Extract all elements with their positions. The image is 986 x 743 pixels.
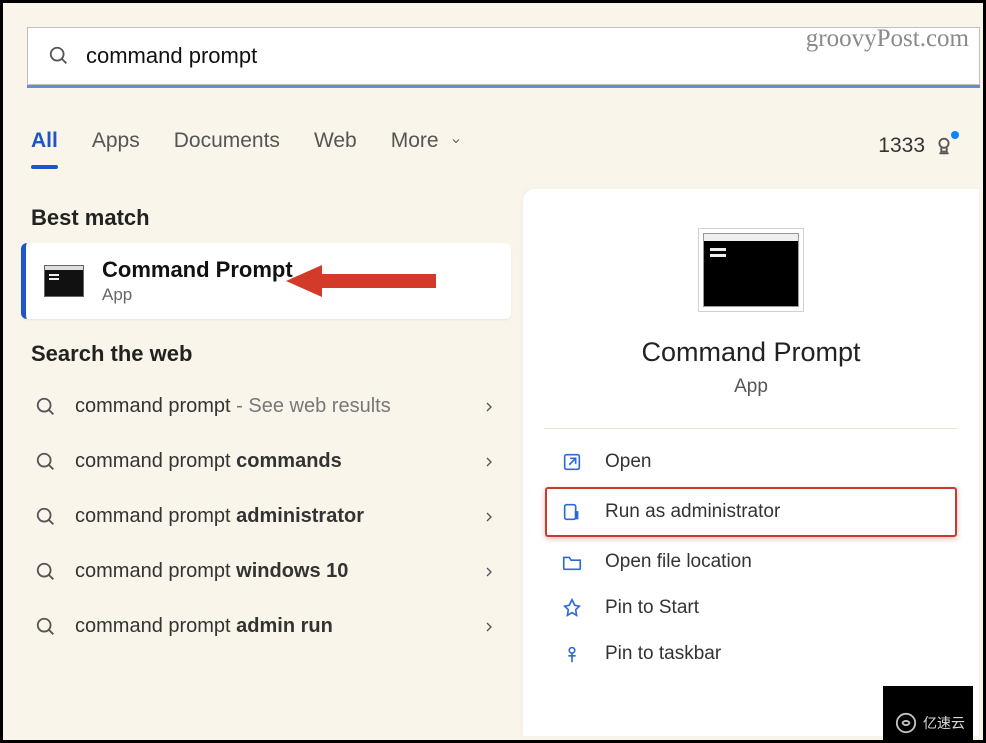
search-icon	[35, 616, 57, 638]
action-label: Open file location	[605, 551, 752, 573]
action-label: Pin to taskbar	[605, 643, 721, 665]
web-result-item[interactable]: command prompt admin run	[21, 599, 511, 654]
shield-icon	[561, 501, 583, 523]
web-result-label: command prompt - See web results	[75, 395, 463, 418]
best-match-subtitle: App	[102, 285, 293, 305]
command-prompt-icon	[703, 233, 799, 307]
action-run-as-administrator[interactable]: Run as administrator	[545, 487, 957, 537]
action-open[interactable]: Open	[545, 439, 957, 485]
watermark-text: groovyPost.com	[806, 25, 969, 53]
web-result-item[interactable]: command prompt commands	[21, 434, 511, 489]
web-result-item[interactable]: command prompt administrator	[21, 489, 511, 544]
action-label: Pin to Start	[605, 597, 699, 619]
web-result-item[interactable]: command prompt windows 10	[21, 544, 511, 599]
action-open-file-location[interactable]: Open file location	[545, 539, 957, 585]
action-label: Open	[605, 451, 651, 473]
tab-more[interactable]: More	[391, 129, 463, 163]
web-results-list: command prompt - See web results command…	[21, 379, 511, 654]
trophy-icon	[933, 135, 955, 157]
points-value: 1333	[878, 134, 925, 158]
detail-app-icon-wrap	[523, 233, 979, 307]
bottom-overlay: 亿速云	[883, 686, 973, 740]
web-result-label: command prompt administrator	[75, 505, 463, 528]
rewards-points[interactable]: 1333	[878, 134, 955, 158]
web-result-label: command prompt windows 10	[75, 560, 463, 583]
best-match-heading: Best match	[31, 205, 501, 231]
search-icon	[35, 451, 57, 473]
annotation-arrow	[286, 261, 436, 301]
tab-more-label: More	[391, 129, 439, 152]
action-pin-to-start[interactable]: Pin to Start	[545, 585, 957, 631]
search-web-heading: Search the web	[31, 341, 501, 367]
web-result-item[interactable]: command prompt - See web results	[21, 379, 511, 434]
web-result-label: command prompt admin run	[75, 615, 463, 638]
action-pin-to-taskbar[interactable]: Pin to taskbar	[545, 631, 957, 677]
search-icon	[35, 506, 57, 528]
open-icon	[561, 451, 583, 473]
action-label: Run as administrator	[605, 501, 780, 523]
details-panel: Command Prompt App Open Run as administr…	[523, 189, 979, 736]
search-icon	[35, 396, 57, 418]
tab-web[interactable]: Web	[314, 129, 357, 163]
chevron-right-icon	[481, 454, 497, 470]
web-result-label: command prompt commands	[75, 450, 463, 473]
source-badge: 亿速云	[895, 712, 965, 734]
chevron-right-icon	[481, 509, 497, 525]
tab-all[interactable]: All	[31, 129, 58, 163]
best-match-title: Command Prompt	[102, 257, 293, 283]
folder-icon	[561, 551, 583, 573]
command-prompt-icon	[44, 265, 84, 297]
search-icon	[48, 45, 70, 67]
chevron-down-icon	[450, 129, 462, 141]
divider	[545, 428, 957, 429]
pin-icon	[561, 597, 583, 619]
chevron-right-icon	[481, 619, 497, 635]
search-icon	[35, 561, 57, 583]
tab-apps[interactable]: Apps	[92, 129, 140, 163]
search-tabs: All Apps Documents Web More 1333	[31, 123, 955, 169]
results-column: Best match Command Prompt App Search the…	[21, 197, 511, 736]
pin-icon	[561, 643, 583, 665]
detail-title: Command Prompt	[523, 337, 979, 368]
actions-list: Open Run as administrator Open file loca…	[545, 439, 957, 677]
best-match-result[interactable]: Command Prompt App	[21, 243, 511, 319]
chevron-right-icon	[481, 564, 497, 580]
tab-documents[interactable]: Documents	[174, 129, 280, 163]
search-underline	[27, 85, 980, 88]
chevron-right-icon	[481, 399, 497, 415]
detail-subtitle: App	[523, 376, 979, 398]
